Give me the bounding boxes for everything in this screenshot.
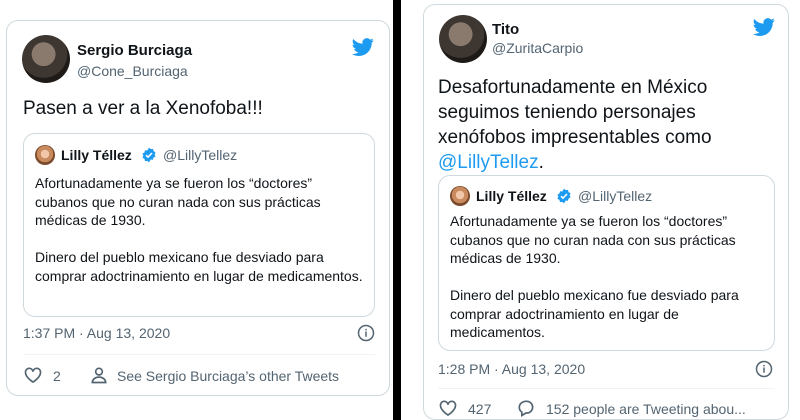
tweet-text: Pasen a ver a la Xenofoba!!! [23, 98, 263, 119]
author-handle[interactable]: @ZuritaCarpio [492, 40, 583, 56]
profile-link[interactable]: See Sergio Burciaga’s other Tweets [117, 368, 339, 384]
heart-icon[interactable] [438, 398, 458, 418]
verified-badge-icon [557, 188, 571, 204]
tweet-card-right: Tito @ZuritaCarpio Desafortunadamente en… [423, 4, 789, 420]
like-count[interactable]: 427 [468, 401, 491, 417]
quoted-author-name: Lilly Téllez [476, 188, 547, 204]
timestamp[interactable]: 1:37 PM · Aug 13, 2020 [23, 325, 170, 341]
tweet-text-line: @LillyTellez. [438, 150, 778, 175]
quoted-tweet[interactable]: Lilly Téllez @LillyTellez Afortunadament… [23, 133, 375, 317]
tweet-text-line: seguimos teniendo personajes [438, 102, 696, 123]
twitter-bird-icon[interactable] [751, 16, 777, 38]
conversation-link[interactable]: 152 people are Tweeting abou... [546, 401, 746, 417]
separator [23, 354, 375, 355]
author-handle[interactable]: @Cone_Burciaga [77, 63, 188, 79]
quoted-body: Afortunadamente ya se fueron los “doctor… [450, 213, 739, 340]
mention-link[interactable]: @LillyTellez [438, 152, 539, 173]
separator [438, 388, 775, 389]
tweet-text: Desafortunadamente en México seguimos te… [438, 75, 778, 175]
avatar[interactable] [22, 35, 70, 83]
quoted-avatar [35, 145, 55, 165]
author-name[interactable]: Sergio Burciaga [77, 42, 192, 59]
person-icon[interactable] [89, 365, 109, 385]
heart-icon[interactable] [23, 365, 43, 385]
quoted-author-handle: @LillyTellez [578, 188, 653, 204]
black-divider [393, 0, 401, 420]
twitter-bird-icon[interactable] [350, 36, 376, 58]
info-icon[interactable] [755, 360, 773, 378]
info-icon[interactable] [357, 324, 375, 342]
quoted-tweet[interactable]: Lilly Téllez @LillyTellez Afortunadament… [438, 175, 775, 351]
quoted-author-handle: @LillyTellez [163, 147, 238, 163]
reply-bubble-icon[interactable] [516, 398, 536, 418]
quoted-body: Afortunadamente ya se fueron los “doctor… [35, 175, 363, 284]
tweet-text-line: xenófobos impresentables como [438, 127, 712, 148]
avatar[interactable] [439, 15, 487, 63]
tweet-text-line: Desafortunadamente en México [438, 77, 708, 98]
quoted-avatar [450, 186, 470, 206]
timestamp[interactable]: 1:28 PM · Aug 13, 2020 [438, 361, 585, 377]
tweet-text-end: . [538, 152, 544, 173]
like-count[interactable]: 2 [53, 368, 61, 384]
quoted-author-name: Lilly Téllez [61, 147, 132, 163]
verified-badge-icon [142, 147, 156, 163]
author-name[interactable]: Tito [492, 21, 519, 38]
tweet-card-left: Sergio Burciaga @Cone_Burciaga Pasen a v… [6, 20, 390, 396]
